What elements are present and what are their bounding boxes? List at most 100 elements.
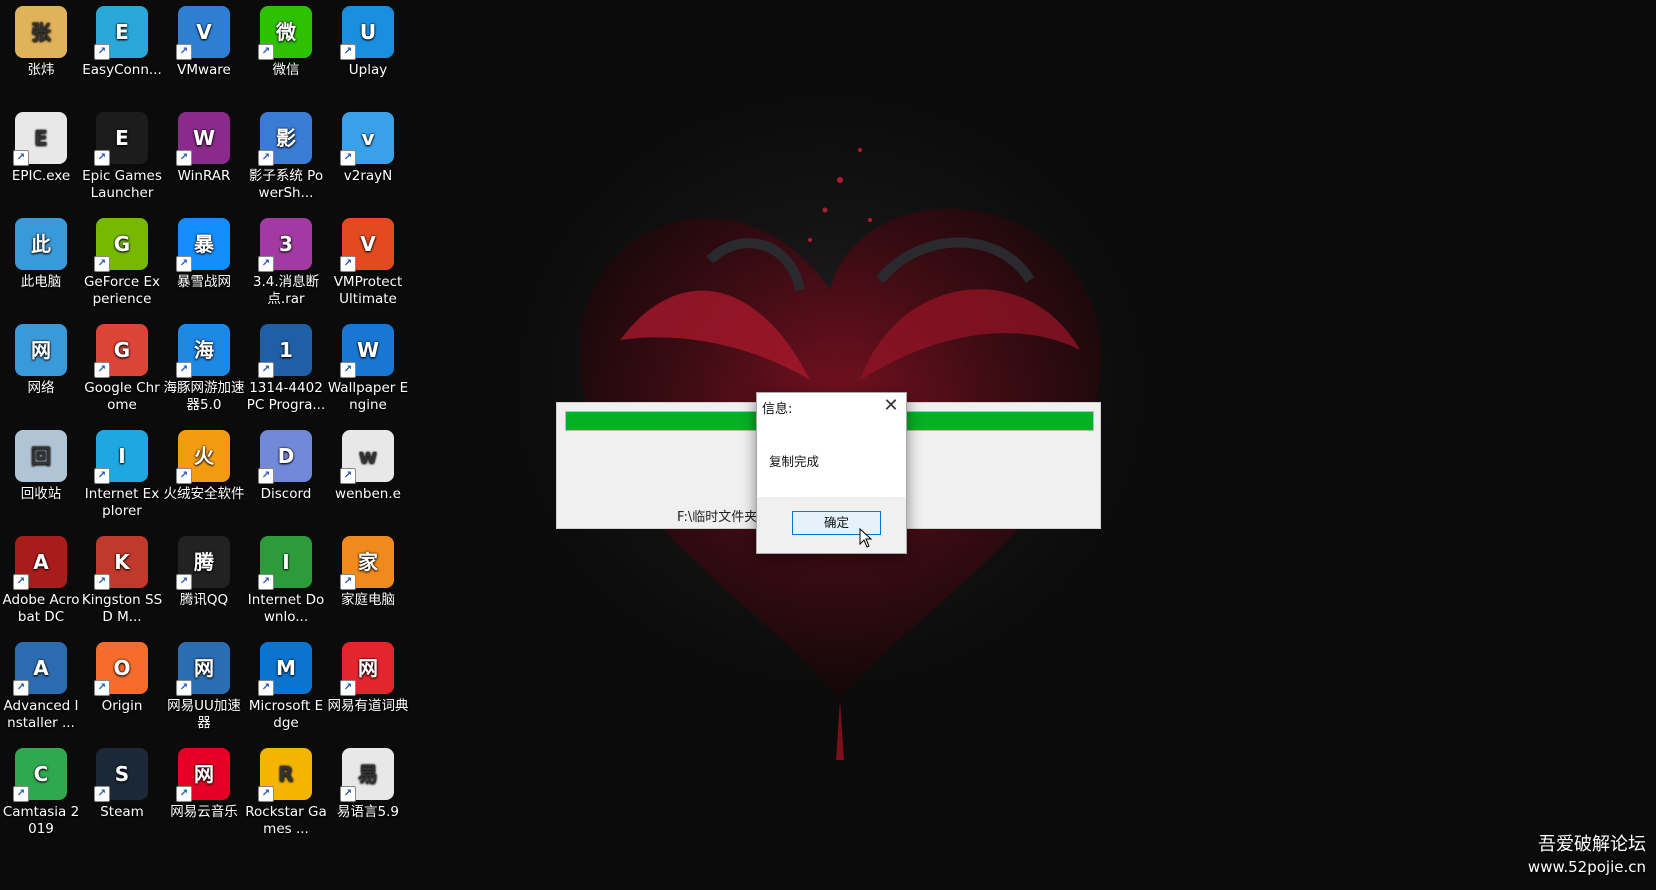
shortcut-arrow-icon: ↗ — [176, 256, 192, 272]
dialog-message: 复制完成 — [769, 454, 820, 469]
desktop-icon-label: Camtasia 2019 — [2, 804, 80, 837]
watermark: 吾爱破解论坛 www.52pojie.cn — [1528, 834, 1646, 878]
desktop-icon[interactable]: 海 ↗ 海豚网游加速器5.0 — [163, 318, 245, 418]
close-icon[interactable]: ✕ — [876, 393, 906, 419]
internet-explorer-icon: I ↗ — [94, 430, 148, 484]
desktop-icon[interactable]: U ↗ Uplay — [327, 0, 409, 100]
desktop-icon[interactable]: 影 ↗ 影子系统 PowerSh... — [245, 106, 327, 206]
shortcut-arrow-icon: ↗ — [176, 680, 192, 696]
wechat-icon: 微 ↗ — [258, 6, 312, 60]
desktop-icon[interactable]: C ↗ Camtasia 2019 — [0, 742, 82, 842]
shortcut-arrow-icon: ↗ — [94, 150, 110, 166]
rar-archive-icon: 3 ↗ — [258, 218, 312, 272]
watermark-url: www.52pojie.cn — [1527, 858, 1646, 876]
desktop-icon-label: VMware — [177, 62, 231, 78]
desktop-icon-label: 腾讯QQ — [179, 592, 229, 608]
desktop-icon[interactable]: 网 ↗ 网易有道词典 — [327, 636, 409, 736]
desktop-icon[interactable]: E ↗ EasyConn... — [81, 0, 163, 100]
desktop-icon[interactable]: G ↗ Google Chrome — [81, 318, 163, 418]
rockstar-icon: R ↗ — [258, 748, 312, 802]
desktop-icon-label: 家庭电脑 — [341, 592, 395, 608]
desktop-icon-label: Uplay — [348, 62, 388, 78]
shortcut-arrow-icon: ↗ — [340, 150, 356, 166]
home-pc-icon: 家 ↗ — [340, 536, 394, 590]
desktop-icon[interactable]: 腾 ↗ 腾讯QQ — [163, 530, 245, 630]
v2rayn-icon: v ↗ — [340, 112, 394, 166]
desktop-icon-label: Adobe Acrobat DC — [2, 592, 80, 625]
network-icon: 网 — [15, 324, 67, 376]
desktop-icon[interactable]: M ↗ Microsoft Edge — [245, 636, 327, 736]
dolphin-accelerator-icon: 海 ↗ — [176, 324, 230, 378]
shortcut-arrow-icon: ↗ — [258, 786, 274, 802]
desktop-icon[interactable]: V ↗ VMware — [163, 0, 245, 100]
desktop-icon[interactable]: I ↗ Internet Explorer — [81, 424, 163, 524]
desktop-icon[interactable]: 3 ↗ 3.4.消息断点.rar — [245, 212, 327, 312]
desktop-icon[interactable]: D ↗ Discord — [245, 424, 327, 524]
mouse-cursor-icon — [859, 528, 873, 548]
shortcut-arrow-icon: ↗ — [94, 680, 110, 696]
uu-accelerator-icon: 网 ↗ — [176, 642, 230, 696]
desktop-icon-label: 网易云音乐 — [170, 804, 238, 820]
origin-icon: O ↗ — [94, 642, 148, 696]
shortcut-arrow-icon: ↗ — [94, 574, 110, 590]
desktop-icon-label: Discord — [260, 486, 312, 502]
desktop-icon[interactable]: 网 ↗ 网易UU加速器 — [163, 636, 245, 736]
desktop-icon[interactable]: G ↗ GeForce Experience — [81, 212, 163, 312]
desktop-icon[interactable]: w ↗ wenben.e — [327, 424, 409, 524]
desktop-icon-label: Steam — [100, 804, 144, 820]
shortcut-arrow-icon: ↗ — [13, 150, 29, 166]
epic-games-icon: E ↗ — [94, 112, 148, 166]
this-pc-icon: 此 — [15, 218, 67, 270]
edge-icon: M ↗ — [258, 642, 312, 696]
desktop-icon[interactable]: S ↗ Steam — [81, 742, 163, 842]
shortcut-arrow-icon: ↗ — [340, 44, 356, 60]
desktop-icon-label: 3.4.消息断点.rar — [252, 274, 320, 307]
desktop-icon-label: 易语言5.9 — [337, 804, 399, 820]
desktop-icon[interactable]: R ↗ Rockstar Games ... — [245, 742, 327, 842]
desktop-icon[interactable]: 1 ↗ 1314-4402 PC Progra... — [245, 318, 327, 418]
desktop-icon-label: 回收站 — [20, 486, 62, 502]
vmprotect-icon: V ↗ — [340, 218, 394, 272]
desktop-icon[interactable]: 网 ↗ 网易云音乐 — [163, 742, 245, 842]
shortcut-arrow-icon: ↗ — [13, 786, 29, 802]
desktop-icon[interactable]: 家 ↗ 家庭电脑 — [327, 530, 409, 630]
desktop-icon[interactable]: A ↗ Adobe Acrobat DC — [0, 530, 82, 630]
desktop-icon[interactable]: W ↗ WinRAR — [163, 106, 245, 206]
desktop-icon[interactable]: 微 ↗ 微信 — [245, 0, 327, 100]
desktop-icon-label: Internet Explorer — [84, 486, 160, 519]
desktop-icon[interactable]: O ↗ Origin — [81, 636, 163, 736]
desktop-icon[interactable]: 暴 ↗ 暴雪战网 — [163, 212, 245, 312]
desktop-icon-label: 微信 — [272, 62, 300, 78]
dialog-title: 信息: — [762, 402, 793, 417]
desktop-icon-label: Microsoft Edge — [248, 698, 324, 731]
shortcut-arrow-icon: ↗ — [258, 362, 274, 378]
desktop-icon[interactable]: v ↗ v2rayN — [327, 106, 409, 206]
desktop-icon[interactable]: V ↗ VMProtect Ultimate — [327, 212, 409, 312]
desktop-icon[interactable]: W ↗ Wallpaper Engine — [327, 318, 409, 418]
desktop-icon-label: 网易有道词典 — [327, 698, 409, 714]
desktop-icon[interactable]: 回回收站 — [0, 424, 82, 524]
huorong-icon: 火 ↗ — [176, 430, 230, 484]
netease-music-icon: 网 ↗ — [176, 748, 230, 802]
desktop-icon-label: EasyConn... — [82, 62, 162, 78]
shortcut-arrow-icon: ↗ — [340, 786, 356, 802]
desktop-icon[interactable]: E ↗ Epic Games Launcher — [81, 106, 163, 206]
desktop-icon[interactable]: K ↗ Kingston SSD M... — [81, 530, 163, 630]
user-folder-icon: 张 — [15, 6, 67, 58]
desktop-icon-label: Google Chrome — [84, 380, 160, 413]
desktop-icon[interactable]: E ↗ EPIC.exe — [0, 106, 82, 206]
battlenet-icon: 暴 ↗ — [176, 218, 230, 272]
desktop-icon[interactable]: 火 ↗ 火绒安全软件 — [163, 424, 245, 524]
shortcut-arrow-icon: ↗ — [176, 362, 192, 378]
desktop-icon[interactable]: 此此电脑 — [0, 212, 82, 312]
desktop-icon[interactable]: I ↗ Internet Downlo... — [245, 530, 327, 630]
shortcut-arrow-icon: ↗ — [258, 44, 274, 60]
desktop-icon[interactable]: 张张炜 — [0, 0, 82, 100]
desktop-icon[interactable]: 易 ↗ 易语言5.9 — [327, 742, 409, 842]
desktop-icon-label: 1314-4402 PC Progra... — [246, 380, 326, 413]
desktop-icon-label: Origin — [101, 698, 143, 714]
shortcut-arrow-icon: ↗ — [258, 150, 274, 166]
geforce-icon: G ↗ — [94, 218, 148, 272]
desktop-icon[interactable]: A ↗ Advanced Installer ... — [0, 636, 82, 736]
desktop-icon[interactable]: 网网络 — [0, 318, 82, 418]
